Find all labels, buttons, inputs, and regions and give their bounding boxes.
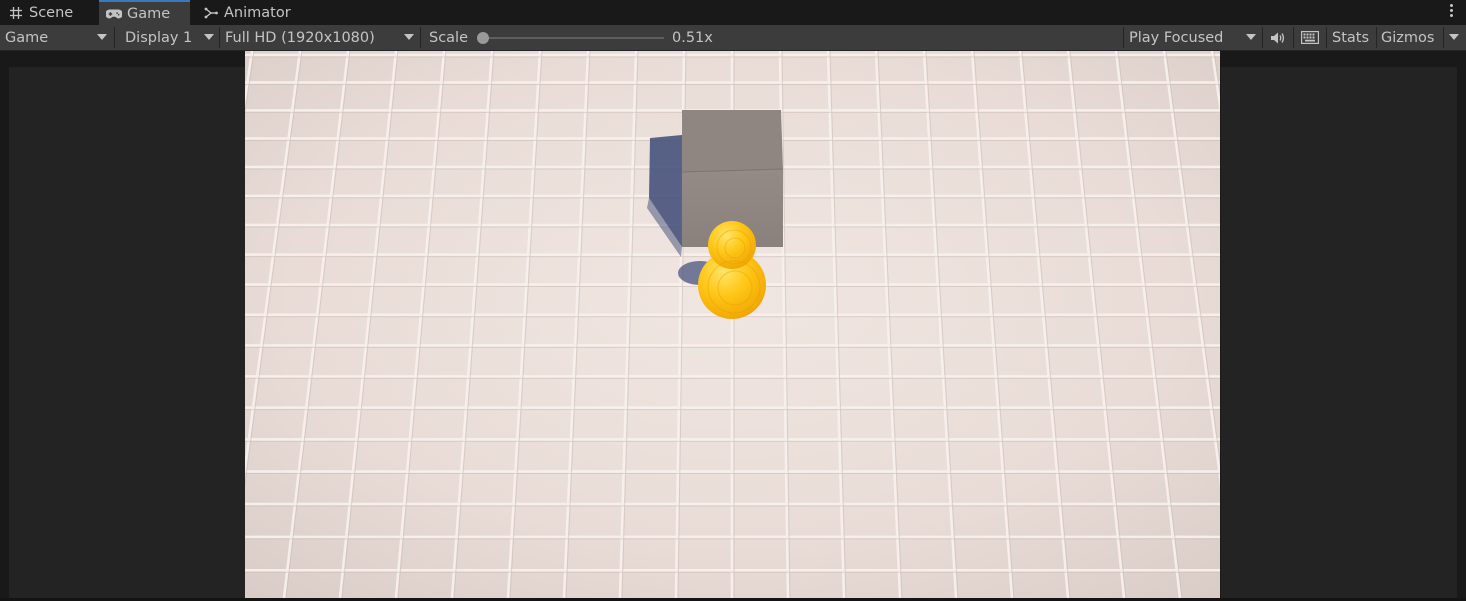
grid-icon xyxy=(8,5,24,21)
game-view[interactable] xyxy=(245,51,1220,598)
game-scene-render xyxy=(245,51,1220,598)
play-mode-label: Play Focused xyxy=(1129,29,1224,46)
speaker-icon xyxy=(1270,31,1286,45)
chevron-down-icon xyxy=(404,34,414,40)
tab-game-label: Game xyxy=(127,5,171,22)
keyboard-icon xyxy=(1301,31,1319,44)
chevron-down-icon xyxy=(1246,34,1256,40)
gizmos-button[interactable]: Gizmos xyxy=(1377,25,1443,50)
cube-top xyxy=(682,110,783,172)
tab-scene[interactable]: Scene xyxy=(0,0,98,25)
view-mode-dropdown[interactable]: Game xyxy=(0,25,113,50)
letterbox-left xyxy=(9,67,245,601)
animator-icon xyxy=(203,5,219,21)
scale-slider-handle[interactable] xyxy=(477,32,489,44)
divider xyxy=(420,27,421,48)
chevron-down-icon xyxy=(204,34,214,40)
scale-value: 0.51x xyxy=(672,29,713,46)
scale-slider-track[interactable] xyxy=(484,37,664,39)
letterbox-right xyxy=(1221,67,1457,601)
keyboard-shortcuts-button[interactable] xyxy=(1294,25,1326,50)
more-options-icon[interactable] xyxy=(1450,4,1454,19)
resolution-dropdown[interactable]: Full HD (1920x1080) xyxy=(220,25,420,50)
chevron-down-icon xyxy=(97,34,107,40)
scale-label: Scale xyxy=(429,29,469,46)
tab-bar: Scene Game Animator xyxy=(0,0,1466,25)
view-mode-label: Game xyxy=(5,29,49,46)
resolution-label: Full HD (1920x1080) xyxy=(225,29,375,46)
gizmos-label: Gizmos xyxy=(1381,29,1435,46)
tab-scene-label: Scene xyxy=(29,4,74,21)
mute-audio-button[interactable] xyxy=(1263,25,1293,50)
chevron-down-icon xyxy=(1449,34,1459,40)
stats-label: Stats xyxy=(1332,29,1370,46)
display-dropdown[interactable]: Display 1 xyxy=(115,25,219,50)
gizmos-dropdown[interactable] xyxy=(1444,25,1466,50)
game-view-toolbar: Game Display 1 Full HD (1920x1080) Scale… xyxy=(0,25,1466,51)
stats-button[interactable]: Stats xyxy=(1327,25,1376,50)
tab-animator[interactable]: Animator xyxy=(200,0,300,25)
tab-game[interactable]: Game xyxy=(99,0,190,25)
tab-animator-label: Animator xyxy=(224,4,291,21)
display-label: Display 1 xyxy=(125,29,193,46)
character-head xyxy=(708,221,756,269)
gamepad-icon xyxy=(106,6,122,22)
play-mode-dropdown[interactable]: Play Focused xyxy=(1124,25,1262,50)
